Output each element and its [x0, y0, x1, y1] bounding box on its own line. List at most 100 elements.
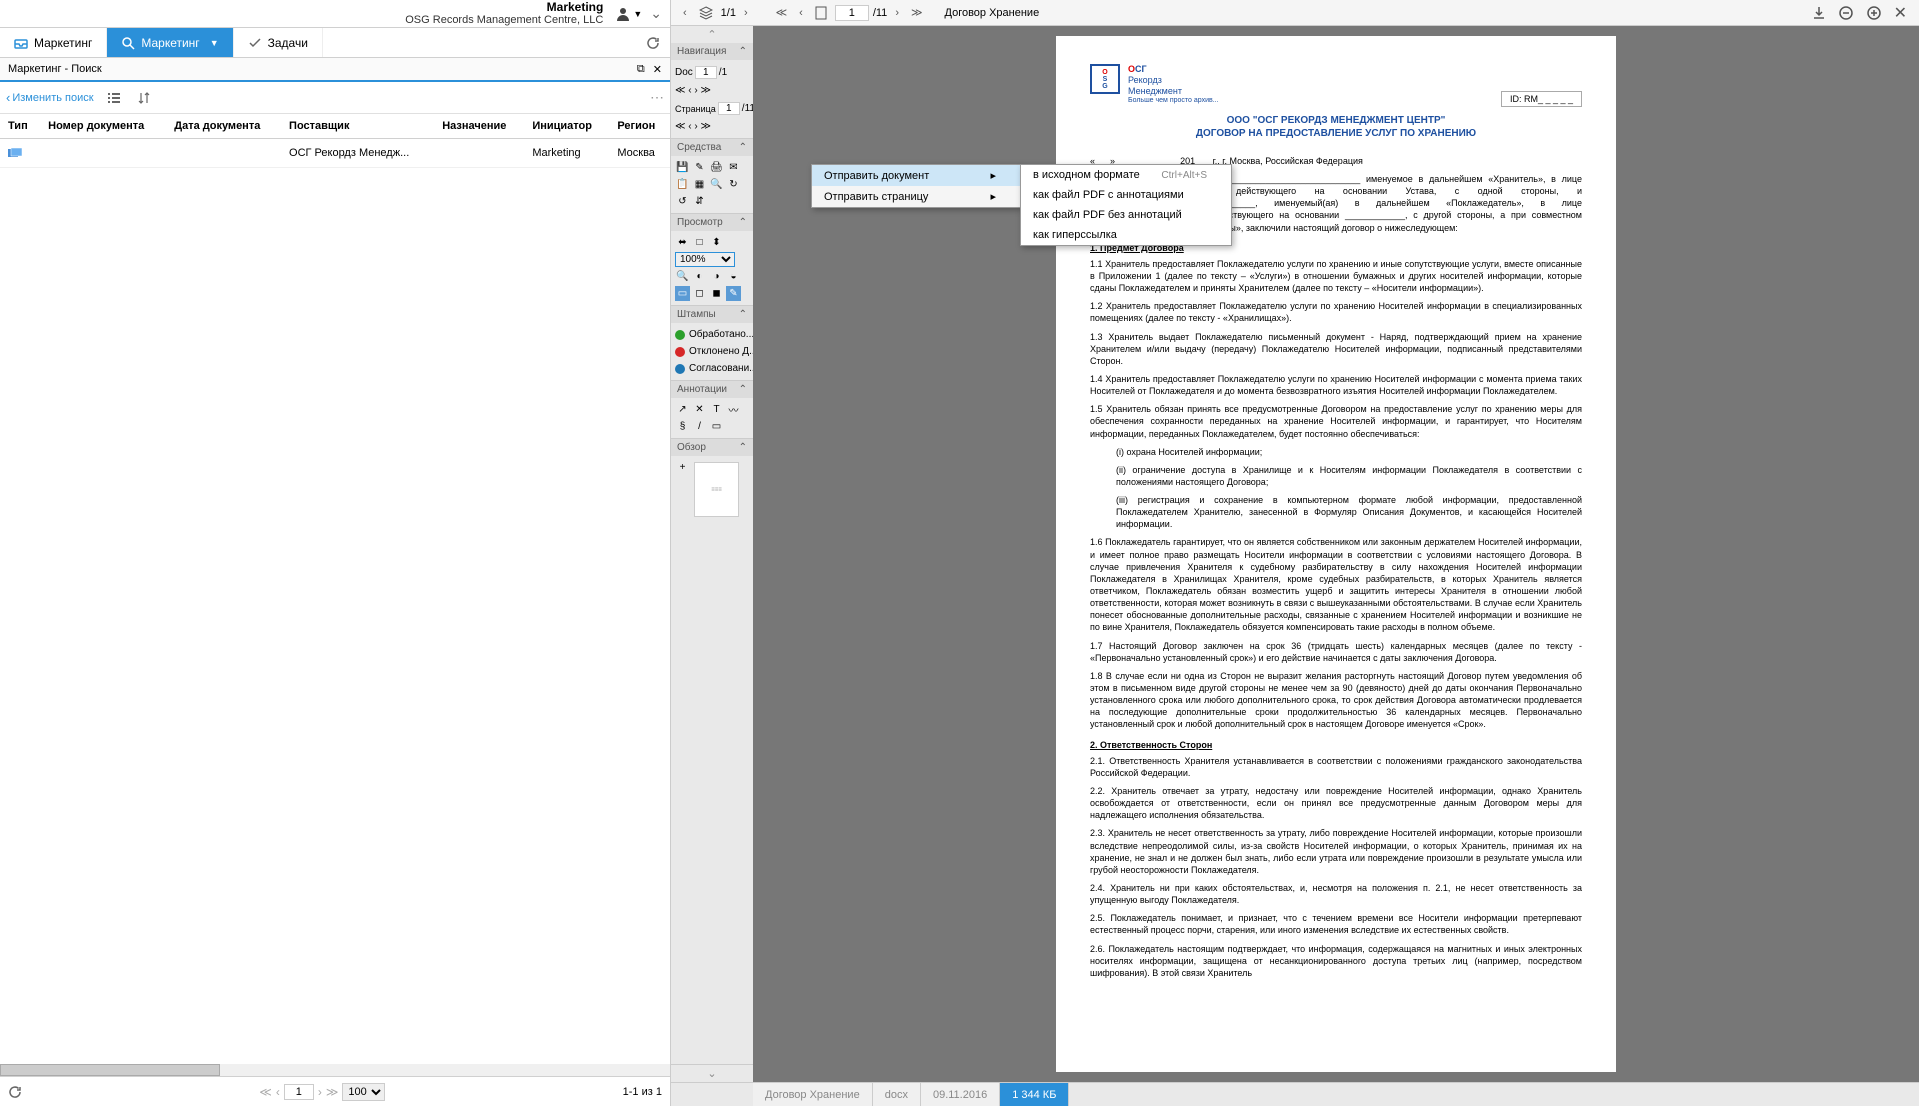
status-doc-name: Договор Хранение [753, 1083, 873, 1106]
pagination: ≪ ‹ › ≫ 100 [259, 1083, 385, 1101]
status-doc-date: 09.11.2016 [921, 1083, 1000, 1106]
fit-width-icon[interactable]: ⬌ [675, 235, 690, 250]
annot-arrow-icon[interactable]: ↗ [675, 402, 690, 417]
col-initiator[interactable]: Инициатор [524, 114, 609, 139]
zoom-in-icon[interactable] [1862, 3, 1886, 23]
tool-edit-icon[interactable]: ✎ [692, 160, 707, 175]
breadcrumb-bar: Маркетинг - Поиск ⧉ ✕ [0, 58, 670, 82]
nav-prev-icon[interactable]: ‹ [795, 5, 807, 21]
panel-nav-header[interactable]: Навигация⌃ [671, 43, 753, 60]
zoom-plus-icon[interactable]: 🔍 [675, 269, 690, 284]
annot-text-icon[interactable]: T [709, 402, 724, 417]
viewer-back-icon[interactable]: ‹ [679, 5, 691, 21]
context-submenu: в исходном формате Ctrl+Alt+S как файл P… [1020, 164, 1232, 246]
tray-icon [14, 36, 28, 50]
tab-marketing-tray[interactable]: Маркетинг [0, 28, 107, 57]
collapse-down-icon[interactable]: ⌄ [671, 1065, 753, 1082]
panel-stamps-header[interactable]: Штампы⌃ [671, 306, 753, 323]
chevron-down-icon[interactable]: ⌄ [650, 5, 662, 22]
page-thumbnail[interactable]: ≡≡≡ [694, 462, 739, 517]
menu-send-page[interactable]: Отправить страницу▸ [812, 186, 1020, 207]
add-thumb-icon[interactable]: + [675, 460, 690, 475]
stamp-processed[interactable]: Обработано... [675, 327, 758, 342]
page-input[interactable] [284, 1084, 314, 1100]
annot-freehand-icon[interactable]: § [675, 419, 690, 434]
download-icon[interactable] [1808, 4, 1830, 22]
menu-send-document[interactable]: Отправить документ▸ [812, 165, 1020, 186]
annot-wave-icon[interactable]: 〰 [726, 402, 741, 417]
layers-icon[interactable] [695, 4, 717, 22]
side-doc-input[interactable] [695, 66, 717, 79]
doc-counter: 1/1 [721, 7, 736, 19]
tool-clipboard-icon[interactable]: 📋 [675, 177, 690, 192]
col-type[interactable]: Тип [0, 114, 40, 139]
zoom-out-icon[interactable] [1834, 3, 1858, 23]
nav-last-icon[interactable]: ≫ [907, 4, 927, 21]
tool-print-icon[interactable]: 🖨 [709, 160, 724, 175]
list-view-icon[interactable] [104, 88, 124, 108]
annot-rect-icon[interactable]: ▭ [709, 419, 724, 434]
nav-next-icon[interactable]: › [891, 5, 903, 21]
user-menu[interactable]: ▼ [615, 6, 642, 22]
close-viewer-icon[interactable]: ✕ [1890, 1, 1911, 25]
panel-view-header[interactable]: Просмотр⌃ [671, 214, 753, 231]
col-purpose[interactable]: Назначение [434, 114, 524, 139]
tool-rotate2-icon[interactable]: ↺ [675, 194, 690, 209]
tool-grid-icon[interactable]: ▦ [692, 177, 707, 192]
modify-search-link[interactable]: ‹ Изменить поиск [6, 90, 94, 105]
sort-icon[interactable] [134, 88, 154, 108]
status-bar: Договор Хранение docx 09.11.2016 1 344 К… [671, 1082, 1919, 1106]
document-canvas[interactable]: OSG ОСГРекордзМенеджмент Больше чем прос… [753, 26, 1919, 1082]
popout-icon[interactable]: ⧉ [637, 63, 645, 76]
fit-page-icon[interactable]: □ [692, 235, 707, 250]
tool-mail-icon[interactable]: ✉ [726, 160, 741, 175]
doc-type-icon [8, 148, 32, 158]
submenu-original-format[interactable]: в исходном формате Ctrl+Alt+S [1021, 165, 1231, 185]
col-supplier[interactable]: Поставщик [281, 114, 434, 139]
more-icon[interactable]: ⋯ [650, 89, 664, 106]
annot-line-icon[interactable]: / [692, 419, 707, 434]
panel-tools-header[interactable]: Средства⌃ [671, 139, 753, 156]
zoom-select[interactable]: 100% [675, 252, 735, 267]
collapse-up-icon[interactable]: ⌃ [671, 26, 753, 43]
app-header: Marketing OSG Records Management Centre,… [0, 0, 670, 28]
header-title: Marketing [405, 0, 603, 14]
header-subtitle: OSG Records Management Centre, LLC [405, 14, 603, 27]
nav-first-icon[interactable]: ≪ [772, 4, 792, 21]
tool-save-icon[interactable]: 💾 [675, 160, 690, 175]
tool-mirror-icon[interactable]: ⇵ [692, 194, 707, 209]
stamp-approval[interactable]: Согласовани... [675, 361, 758, 376]
submenu-pdf-no-annotations[interactable]: как файл PDF без аннотаций [1021, 205, 1231, 225]
refresh-button[interactable] [636, 36, 670, 50]
page-icon [811, 4, 831, 22]
last-page-button[interactable]: ≫ [326, 1085, 339, 1099]
fit-height-icon[interactable]: ⬍ [709, 235, 724, 250]
tab-marketing-search[interactable]: Маркетинг ▼ [107, 28, 233, 57]
viewer-doc-name: Договор Хранение [945, 7, 1040, 19]
close-icon[interactable]: ✕ [653, 63, 662, 76]
page-num-input[interactable] [835, 5, 869, 21]
panel-overview-header[interactable]: Обзор⌃ [671, 439, 753, 456]
stamp-rejected[interactable]: Отклонено Д... [675, 344, 758, 359]
left-pane: Marketing OSG Records Management Centre,… [0, 0, 671, 1106]
submenu-hyperlink[interactable]: как гиперссылка [1021, 225, 1231, 245]
first-page-button[interactable]: ≪ [259, 1085, 272, 1099]
panel-annot-header[interactable]: Аннотации⌃ [671, 381, 753, 398]
side-page-input[interactable] [718, 102, 740, 115]
horizontal-scrollbar[interactable] [0, 1064, 670, 1076]
tool-rotate-icon[interactable]: ↻ [726, 177, 741, 192]
page-size-select[interactable]: 100 [342, 1083, 385, 1101]
footer-refresh-icon[interactable] [8, 1085, 22, 1099]
context-menu: Отправить документ▸ Отправить страницу▸ … [811, 164, 1021, 208]
col-doc-date[interactable]: Дата документа [166, 114, 281, 139]
submenu-pdf-annotations[interactable]: как файл PDF с аннотациями [1021, 185, 1231, 205]
col-doc-number[interactable]: Номер документа [40, 114, 166, 139]
annot-x-icon[interactable]: ✕ [692, 402, 707, 417]
tool-search-icon[interactable]: 🔍 [709, 177, 724, 192]
highlight-tool-icon[interactable]: ▭ [675, 286, 690, 301]
prev-page-button[interactable]: ‹ [276, 1085, 280, 1099]
next-page-button[interactable]: › [318, 1085, 322, 1099]
tab-tasks[interactable]: Задачи [234, 28, 323, 57]
table-row[interactable]: ОСГ Рекордз Менедж... Marketing Москва [0, 139, 670, 168]
col-region[interactable]: Регион [609, 114, 670, 139]
